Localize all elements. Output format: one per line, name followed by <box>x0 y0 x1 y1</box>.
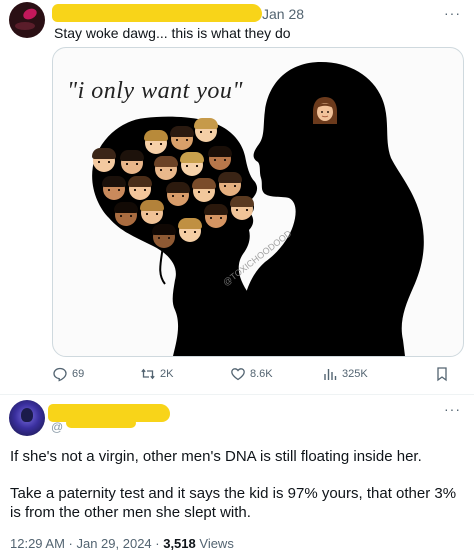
tweet-divider <box>0 394 474 395</box>
more-options-icon[interactable]: ··· <box>444 6 461 20</box>
tweet-actions: 69 2K 8.6K 325K <box>52 366 462 386</box>
man-emoji-icon <box>204 204 228 228</box>
reply-author-avatar[interactable] <box>9 400 45 436</box>
bookmark-icon <box>437 367 447 382</box>
reply-paragraph: If she's not a virgin, other men's DNA i… <box>10 448 422 465</box>
man-emoji-icon <box>144 130 168 154</box>
heart-icon <box>231 368 245 381</box>
man-emoji-icon <box>92 148 116 172</box>
man-emoji-icon <box>152 224 176 248</box>
bookmark-button[interactable] <box>434 366 450 382</box>
author-avatar[interactable] <box>9 2 45 38</box>
like-count: 8.6K <box>250 368 273 380</box>
like-button[interactable]: 8.6K <box>230 366 273 382</box>
reply-author-handle[interactable]: @ <box>51 420 63 434</box>
man-emoji-icon <box>192 178 216 202</box>
reply-paragraph: Take a paternity test and it says the ki… <box>10 485 457 521</box>
tweet-date[interactable]: Jan 28 <box>262 6 304 22</box>
reply-metadata: 12:29 AM · Jan 29, 2024 · 3,518 Views <box>10 536 234 551</box>
views-count: 325K <box>342 368 368 380</box>
man-emoji-icon <box>154 156 178 180</box>
man-emoji-icon <box>120 150 144 174</box>
redacted-author-name <box>52 4 262 22</box>
reply-timestamp[interactable]: 12:29 AM · Jan 29, 2024 · <box>10 536 163 551</box>
man-emoji-icon <box>128 176 152 200</box>
reply-icon <box>53 367 67 382</box>
man-emoji-icon <box>178 218 202 242</box>
man-emoji-icon <box>170 126 194 150</box>
reply-views-label: Views <box>195 536 234 551</box>
man-emoji-icon <box>140 200 164 224</box>
tweet-image[interactable]: "i only want you" @TOXICHOODOOD <box>52 47 464 357</box>
reply-text: If she's not a virgin, other men's DNA i… <box>10 447 465 522</box>
man-emoji-icon <box>218 172 242 196</box>
views-chart-icon <box>324 369 337 380</box>
more-options-icon[interactable]: ··· <box>444 402 461 416</box>
retweet-icon <box>141 368 155 380</box>
quoted-tweet: Jan 28 ··· Stay woke dawg... this is wha… <box>0 0 474 395</box>
man-emoji-icon <box>208 146 232 170</box>
views-button[interactable]: 325K <box>322 366 368 382</box>
tweet-text: Stay woke dawg... this is what they do <box>54 25 291 41</box>
man-emoji-icon <box>102 176 126 200</box>
reply-views-count: 3,518 <box>163 536 196 551</box>
redacted-reply-author-handle <box>66 418 136 428</box>
reply-button[interactable]: 69 <box>52 366 84 382</box>
man-emoji-icon <box>194 118 218 142</box>
man-emoji-icon <box>114 202 138 226</box>
man-emoji-icon <box>180 152 204 176</box>
man-emoji-icon <box>230 196 254 220</box>
retweet-count: 2K <box>160 368 174 380</box>
reply-count: 69 <box>72 368 85 380</box>
man-emoji-icon <box>166 182 190 206</box>
woman-emoji-icon <box>313 97 337 124</box>
retweet-button[interactable]: 2K <box>140 366 173 382</box>
image-quote: "i only want you" <box>67 78 243 104</box>
